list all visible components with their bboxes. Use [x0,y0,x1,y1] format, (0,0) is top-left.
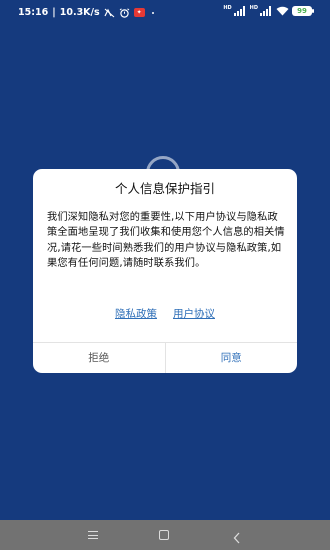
wifi-icon [276,6,289,16]
alarm-icon [119,7,130,18]
status-separator: | [52,7,56,18]
agree-button[interactable]: 同意 [166,343,298,373]
status-bar-left: 15:16 | 10.3K/s ✦ [18,7,154,18]
home-icon[interactable] [159,530,169,540]
more-notifications-dot [151,11,154,14]
privacy-dialog: 个人信息保护指引 我们深知隐私对您的重要性,以下用户协议与隐私政策全面地呈现了我… [33,169,297,373]
signal-1-label: HD [223,5,232,11]
signal-1-icon [233,6,245,16]
dialog-button-bar: 拒绝 同意 [33,342,297,373]
dialog-body-text: 我们深知隐私对您的重要性,以下用户协议与隐私政策全面地呈现了我们收集和使用您个人… [47,212,285,269]
back-icon[interactable] [233,529,241,544]
navigation-bar [0,520,330,550]
privacy-policy-link[interactable]: 隐私政策 [115,306,157,321]
no-data-icon [104,8,115,18]
network-speed: 10.3K/s [59,7,100,18]
status-time: 15:16 [18,7,49,18]
app-notification-icon: ✦ [133,8,145,17]
policy-links: 隐私政策 用户协议 [33,306,297,321]
menu-icon[interactable] [88,531,98,539]
battery-icon: 99 [292,6,314,16]
user-agreement-link[interactable]: 用户协议 [173,306,215,321]
status-bar-right: HD HD 99 [223,5,314,16]
signal-2-icon [260,6,271,16]
dialog-title: 个人信息保护指引 [114,181,215,196]
reject-button[interactable]: 拒绝 [33,343,166,373]
status-bar: 15:16 | 10.3K/s ✦ HD HD 99 [0,0,330,24]
signal-2-label: HD [249,5,258,11]
